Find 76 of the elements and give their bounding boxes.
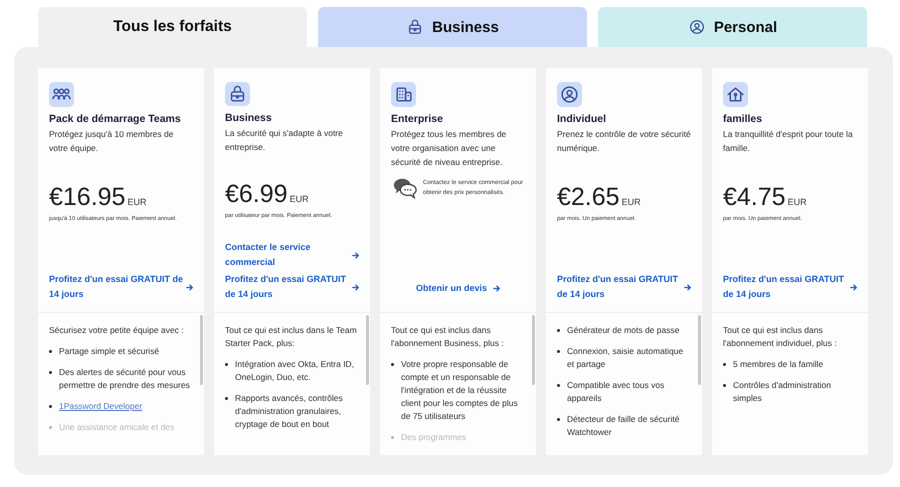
plan-title: Business (225, 112, 273, 124)
currency: EUR (622, 197, 641, 207)
bullet-icon (557, 329, 560, 332)
feature-text: Partage simple et sécurisé (59, 345, 160, 358)
plan-title: Pack de démarrage Teams (49, 113, 182, 125)
feature-text: Des programmes (401, 431, 466, 444)
scrollbar[interactable] (532, 315, 535, 385)
price: €4.75 (723, 183, 786, 212)
scrollbar[interactable] (366, 315, 369, 385)
bullet-icon (49, 371, 52, 374)
bullet-icon (391, 363, 394, 366)
scrollbar[interactable] (200, 315, 203, 385)
bullet-icon (723, 363, 726, 366)
currency: EUR (127, 197, 146, 207)
people-icon (49, 82, 74, 107)
plan-title: Individuel (557, 113, 608, 125)
plan-description: Protégez tous les membres de votre organisation avec une sécurité de niveau entreprise. (391, 128, 508, 169)
cta-link[interactable]: Obtenir un devis (391, 281, 526, 296)
cta-link[interactable]: Profitez d'un essai GRATUIT de 14 jours (557, 272, 692, 302)
bag-icon (225, 82, 250, 106)
bullet-icon (557, 350, 560, 353)
feature-text: 5 membres de la famille (733, 358, 824, 371)
bullet-icon (49, 350, 52, 353)
arrow-icon (351, 282, 360, 292)
price: €16.95 (49, 183, 126, 212)
plan-description: Prenez le contrôle de votre sécurité numérique. (557, 128, 692, 155)
currency: EUR (290, 194, 309, 204)
feature-text: Votre propre responsable de compte et un responsable de l'intégration et de la réussite client pour les comptes de plus de 75 utilisateurs (401, 358, 519, 423)
arrow-icon (683, 282, 692, 292)
person-icon (557, 82, 582, 107)
feature-link[interactable]: 1Password Developer (59, 400, 142, 413)
building-icon (391, 82, 416, 107)
feature-text: Contrôles d'administration simples (733, 379, 832, 405)
bullet-icon (49, 426, 52, 429)
feature-text: Intégration avec Okta, Entra ID, OneLogin, Duo, etc. (235, 358, 356, 384)
plan-title: Enterprise (391, 113, 444, 125)
bullet-icon (225, 397, 228, 400)
bullet-icon (391, 436, 394, 439)
tab[interactable]: Personal (598, 7, 867, 47)
plan-description: La sécurité qui s'adapte à votre entreprise. (225, 126, 344, 154)
plan-description: La tranquillité d'esprit pour toute la famille. (723, 128, 854, 155)
price: €2.65 (557, 183, 620, 212)
tab[interactable]: Tous les forfaits (38, 7, 307, 47)
person-icon (688, 18, 706, 36)
features-intro: Sécurisez votre petite équipe avec : (49, 324, 185, 337)
feature-text: Générateur de mots de passe (567, 324, 680, 337)
feature-text: Compatible avec tous vos appareils (567, 379, 666, 405)
arrow-icon (492, 284, 501, 293)
features-intro: Tout ce qui est inclus dans l'abonnement individuel, plus : (723, 324, 838, 350)
price: €6.99 (225, 180, 288, 209)
feature-text: Connexion, saisie automatique et partage (567, 345, 684, 371)
cta-link[interactable]: Contacter le service commercial (225, 240, 360, 270)
bullet-icon (723, 384, 726, 387)
features-intro: Tout ce qui est inclus dans l'abonnement Business, plus : (391, 324, 505, 350)
tab[interactable]: Business (318, 7, 587, 47)
arrow-icon (185, 282, 194, 292)
feature-text: Une assistance amicale et des (59, 421, 174, 434)
chat-bubbles-icon (393, 177, 417, 199)
bullet-icon (557, 384, 560, 387)
cta-link[interactable]: Profitez d'un essai GRATUIT de 14 jours (49, 272, 194, 302)
features-intro: Tout ce qui est inclus dans le Team Starter Pack, plus: (225, 324, 358, 350)
feature-text: Détecteur de faille de sécurité Watchtower (567, 413, 680, 439)
bullet-icon (557, 418, 560, 421)
cta-link[interactable]: Profitez d'un essai GRATUIT de 14 jours (723, 272, 858, 302)
scrollbar[interactable] (698, 315, 701, 385)
currency: EUR (788, 197, 807, 207)
arrow-icon (849, 282, 858, 292)
house-icon (723, 82, 748, 107)
feature-text: Des alertes de sécurité pour vous permettre de prendre des mesures (59, 366, 191, 392)
arrow-icon (351, 250, 360, 260)
cta-link[interactable]: Profitez d'un essai GRATUIT de 14 jours (225, 272, 360, 302)
feature-text: Rapports avancés, contrôles d'administration granulaires, cryptage de bout en bout (235, 392, 344, 431)
bullet-icon (225, 363, 228, 366)
plan-title: familles (723, 113, 764, 125)
bullet-icon (49, 405, 52, 408)
plan-description: Protégez jusqu'à 10 membres de votre équipe. (49, 128, 174, 155)
